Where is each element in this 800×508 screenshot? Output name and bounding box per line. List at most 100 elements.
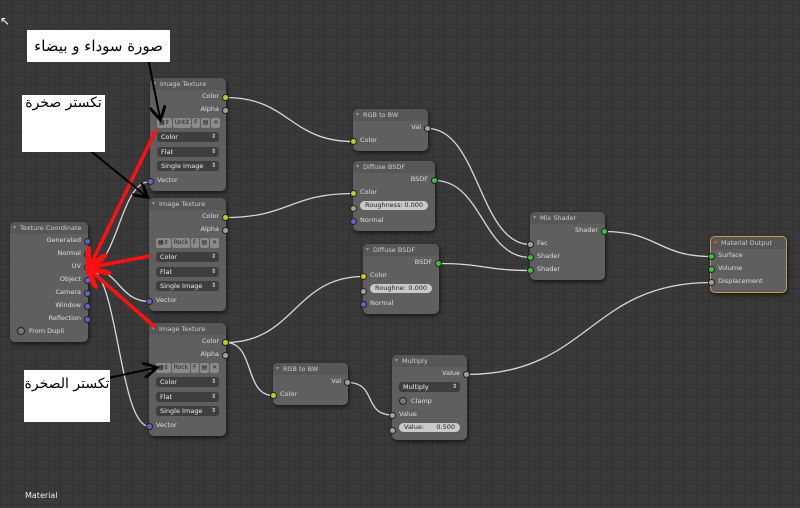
node-tex3[interactable]: Image Texture Color Alpha ▦⇕RockF▤✕ Color Fla… <box>146 323 229 436</box>
color-socket[interactable] <box>222 214 229 221</box>
node-header[interactable]: Image Texture <box>149 198 226 210</box>
vector-socket[interactable] <box>84 238 91 245</box>
value-socket[interactable] <box>222 107 229 114</box>
vector-socket[interactable] <box>147 178 154 185</box>
image-browse-icon[interactable]: ▦⇕ <box>156 362 171 373</box>
open-folder-icon[interactable]: ▤ <box>199 237 210 248</box>
vector-socket[interactable] <box>146 423 153 430</box>
dropdown[interactable]: Color <box>156 377 219 387</box>
node-tex1[interactable]: Image Texture Color Alpha ▦⇕UntitF▤✕ Color Fl… <box>147 78 229 191</box>
node-diff2[interactable]: Diffuse BSDF BSDF Color Roughne:0.000 Normal <box>360 244 442 314</box>
vector-socket[interactable] <box>84 277 91 284</box>
color-socket[interactable] <box>222 339 229 346</box>
vector-socket[interactable] <box>350 218 357 225</box>
open-folder-icon[interactable]: ▤ <box>200 117 211 128</box>
socket-row: Color <box>350 134 428 147</box>
checkbox-label: From Dupli <box>29 327 65 335</box>
color-socket[interactable] <box>222 94 229 101</box>
node-header[interactable]: RGB to BW <box>273 363 348 375</box>
checkbox[interactable] <box>17 327 25 335</box>
value-socket[interactable] <box>463 371 470 378</box>
value-socket[interactable] <box>350 205 357 212</box>
dropdown[interactable]: Single Image <box>157 161 219 171</box>
node-header[interactable]: Texture Coordinate <box>10 222 88 234</box>
shader-socket[interactable] <box>527 254 534 261</box>
node-header[interactable]: RGB to BW <box>353 109 428 121</box>
socket-row: Color <box>350 186 435 199</box>
vector-socket[interactable] <box>84 290 91 297</box>
color-socket[interactable] <box>350 190 357 197</box>
value-socket[interactable] <box>389 426 396 434</box>
image-name-field[interactable]: Rock <box>171 362 191 373</box>
dropdown[interactable]: Flat <box>157 146 219 157</box>
socket-row: Alpha <box>149 223 229 236</box>
fake-user-button[interactable]: F <box>191 237 199 248</box>
socket-row: Vector <box>147 174 226 187</box>
node-header[interactable]: Mix Shader <box>530 212 605 224</box>
node-header[interactable]: Image Texture <box>150 78 226 90</box>
image-browse-icon[interactable]: ▦⇕ <box>157 117 172 128</box>
dropdown[interactable]: Color <box>157 132 219 142</box>
dropdown[interactable]: Flat <box>156 266 219 277</box>
node-header[interactable]: Multiply <box>392 355 467 367</box>
color-socket[interactable] <box>350 138 357 145</box>
value-socket[interactable] <box>424 125 431 132</box>
socket-row: Vector <box>146 419 226 432</box>
node-tex2[interactable]: Image Texture Color Alpha ▦⇕RockF▤✕ Color Fla… <box>146 198 229 311</box>
node-texco[interactable]: Texture Coordinate Generated Normal UV Objec… <box>10 222 91 342</box>
shader-socket[interactable] <box>435 260 442 267</box>
value-socket[interactable] <box>222 227 229 234</box>
checkbox[interactable] <box>399 396 407 405</box>
unlink-icon[interactable]: ✕ <box>210 237 220 248</box>
vector-socket[interactable] <box>360 301 367 308</box>
shader-socket[interactable] <box>708 253 715 260</box>
node-header[interactable]: Material Output <box>711 237 786 249</box>
socket-label: Alpha <box>200 105 219 113</box>
shader-socket[interactable] <box>708 266 715 273</box>
value-socket[interactable] <box>360 288 367 295</box>
vector-socket[interactable] <box>84 251 91 258</box>
color-socket[interactable] <box>360 273 367 280</box>
image-browse-icon[interactable]: ▦⇕ <box>156 237 171 248</box>
vector-socket[interactable] <box>146 298 153 305</box>
dropdown[interactable]: Color <box>156 252 219 262</box>
unlink-icon[interactable]: ✕ <box>211 117 221 128</box>
fake-user-button[interactable]: F <box>192 117 200 128</box>
socket-row: Fac <box>527 237 605 250</box>
unlink-icon[interactable]: ✕ <box>210 362 220 373</box>
value-socket[interactable] <box>708 279 715 286</box>
value-field[interactable]: Value: 0.500 <box>399 422 460 432</box>
image-name-field[interactable]: Untit <box>172 117 192 128</box>
node-diff1[interactable]: Diffuse BSDF BSDF Color Roughness:0.000 Norm… <box>350 161 438 231</box>
node-header[interactable]: Diffuse BSDF <box>363 244 439 256</box>
value-socket[interactable] <box>222 352 229 359</box>
node-mix[interactable]: Mix Shader Shader Fac Shader Shader <box>527 212 608 280</box>
value-field[interactable]: Roughness: 0.000 <box>360 201 428 210</box>
shader-socket[interactable] <box>601 228 608 235</box>
color-socket[interactable] <box>270 392 277 399</box>
socket-row: Shader <box>527 250 605 263</box>
value-field[interactable]: Roughne: 0.000 <box>370 284 432 293</box>
dropdown[interactable]: Single Image <box>156 281 219 291</box>
image-name-field[interactable]: Rock <box>171 237 191 248</box>
dropdown[interactable]: Flat <box>156 391 219 402</box>
vector-socket[interactable] <box>84 303 91 310</box>
fake-user-button[interactable]: F <box>191 362 199 373</box>
value-socket[interactable] <box>527 241 534 248</box>
open-folder-icon[interactable]: ▤ <box>199 362 210 373</box>
value-socket[interactable] <box>389 411 396 419</box>
dropdown[interactable]: Single Image <box>156 406 219 416</box>
node-header[interactable]: Image Texture <box>149 323 226 335</box>
node-matout[interactable]: Material Output Surface Volume Displacement <box>708 236 787 293</box>
shader-socket[interactable] <box>431 177 438 184</box>
vector-socket[interactable] <box>84 264 91 271</box>
vector-socket[interactable] <box>84 316 91 323</box>
node-header[interactable]: Diffuse BSDF <box>353 161 435 173</box>
node-mult[interactable]: Multiply Value Multiply Clamp Value Value: 0.5… <box>389 355 470 440</box>
node-rgb2[interactable]: RGB to BW Val Color <box>270 363 351 405</box>
socket-row: Color <box>149 335 229 348</box>
shader-socket[interactable] <box>527 267 534 274</box>
value-socket[interactable] <box>344 379 351 386</box>
dropdown[interactable]: Multiply <box>399 381 460 392</box>
node-rgb1[interactable]: RGB to BW Val Color <box>350 109 431 151</box>
